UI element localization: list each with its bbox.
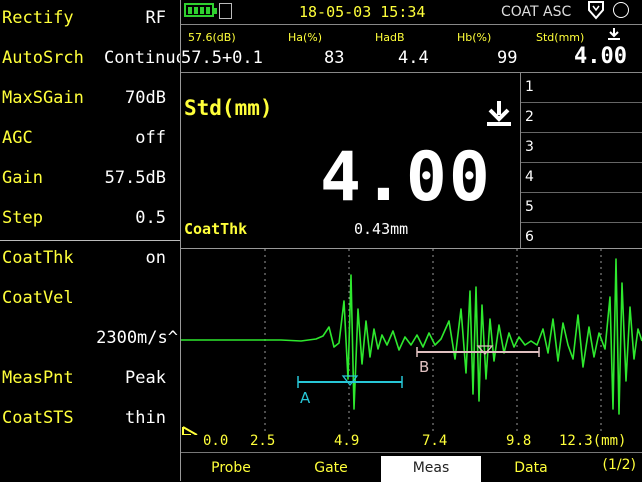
axis-tick-label: 4.9 (334, 433, 360, 449)
setting-label: AutoSrch (2, 48, 84, 68)
setting-label: AGC (2, 128, 33, 148)
datetime: 18-05-03 15:34 (299, 3, 426, 21)
list-item[interactable]: 2 (521, 103, 642, 133)
tab-meas[interactable]: Meas (381, 456, 481, 482)
waveform-display[interactable]: A B (181, 249, 642, 435)
coat-thickness-value: 0.43mm (354, 220, 409, 238)
list-item-number: 2 (525, 109, 534, 125)
setting-label: MeasPnt (2, 368, 74, 388)
mode-label: COAT ASC (501, 4, 572, 20)
gate-a-label: A (300, 389, 311, 407)
setting-value: RF (145, 8, 166, 28)
setting-maxsgain[interactable]: MaxSGain 70dB (0, 80, 178, 120)
setting-gain[interactable]: Gain 57.5dB (0, 160, 178, 200)
gate-b-label: B (419, 358, 429, 376)
readout-value: 57.5+0.1 (181, 48, 263, 68)
setting-value: 2300m/s^ (96, 328, 178, 348)
setting-value: 57.5dB (104, 168, 166, 188)
setting-measpnt[interactable]: MeasPnt Peak (0, 360, 178, 400)
axis-tick-label: 12.3(mm) (559, 433, 627, 449)
battery-tip (214, 8, 217, 14)
tab-data[interactable]: Data (481, 456, 581, 482)
setting-label: Step (2, 208, 43, 228)
setting-coatthk[interactable]: CoatThk on (0, 240, 178, 280)
list-item-number: 5 (525, 199, 534, 215)
setting-value: Continuous (104, 48, 180, 68)
setting-label: Gain (2, 168, 43, 188)
a-scan-trace (181, 258, 642, 415)
list-item-number: 4 (525, 169, 534, 185)
battery-icon (184, 3, 214, 17)
gate-a[interactable] (297, 375, 403, 388)
list-item[interactable]: 3 (521, 133, 642, 163)
setting-label: MaxSGain (2, 88, 84, 108)
setting-step[interactable]: Step 0.5 (0, 200, 178, 240)
measurement-label: Std(mm) (184, 96, 273, 120)
setting-value: thin (125, 408, 166, 428)
readout-header: HadB (375, 31, 405, 44)
gate-arrow-small-icon (608, 28, 620, 40)
readout-header: 57.6(dB) (188, 31, 236, 44)
readout-header: Std(mm) (536, 31, 585, 44)
setting-label: CoatThk (2, 248, 74, 268)
panel-divider (0, 240, 180, 241)
list-item[interactable]: 4 (521, 163, 642, 193)
measurement-value: 4.00 (320, 138, 492, 217)
bottom-tab-bar: Probe Gate Meas Data (1/2) (181, 452, 642, 482)
setting-coatsts[interactable]: CoatSTS thin (0, 400, 178, 440)
setting-value: on (145, 248, 166, 268)
list-item[interactable]: 1 (521, 73, 642, 103)
status-bar: 18-05-03 15:34 COAT ASC (181, 0, 642, 24)
setting-coatvel-value[interactable]: 2300m/s^ (0, 320, 178, 360)
list-item-number: 6 (525, 229, 534, 245)
setting-value: 70dB (125, 88, 166, 108)
readout-header: Hb(%) (457, 31, 492, 44)
setting-agc[interactable]: AGC off (0, 120, 178, 160)
setting-autosrch[interactable]: AutoSrch Continuous (0, 40, 180, 80)
setting-coatvel[interactable]: CoatVel (0, 280, 178, 320)
setting-value: off (135, 128, 166, 148)
readout-value: 4.00 (574, 44, 627, 69)
gate-arrow-icon (487, 101, 511, 126)
list-item-number: 1 (525, 79, 534, 95)
coat-thickness-label: CoatThk (184, 220, 248, 238)
tab-gate[interactable]: Gate (281, 456, 381, 482)
divider (181, 24, 642, 25)
probe-icon (588, 1, 604, 20)
setting-value: Peak (125, 368, 166, 388)
tab-probe[interactable]: Probe (181, 456, 281, 482)
axis-tick-label: 0.0 (203, 433, 229, 449)
setting-value: 0.5 (135, 208, 166, 228)
axis-tick-label: 7.4 (422, 433, 448, 449)
sd-card-icon (219, 3, 232, 19)
circle-icon (613, 2, 629, 18)
axis-tick-label: 2.5 (250, 433, 276, 449)
axis-tick-label: 9.8 (506, 433, 532, 449)
readout-header: Ha(%) (288, 31, 323, 44)
setting-label: Rectify (2, 8, 74, 28)
readout-value: 83 (324, 48, 345, 68)
setting-label: CoatSTS (2, 408, 74, 428)
page-indicator[interactable]: (1/2) (603, 457, 636, 473)
readout-value: 99 (497, 48, 518, 68)
setting-label: CoatVel (2, 288, 74, 308)
readout-value: 4.4 (398, 48, 429, 68)
list-item[interactable]: 5 (521, 193, 642, 223)
cursor-arrow-icon (182, 426, 198, 435)
list-item-number: 3 (525, 139, 534, 155)
setting-rectify[interactable]: Rectify RF (0, 0, 178, 40)
